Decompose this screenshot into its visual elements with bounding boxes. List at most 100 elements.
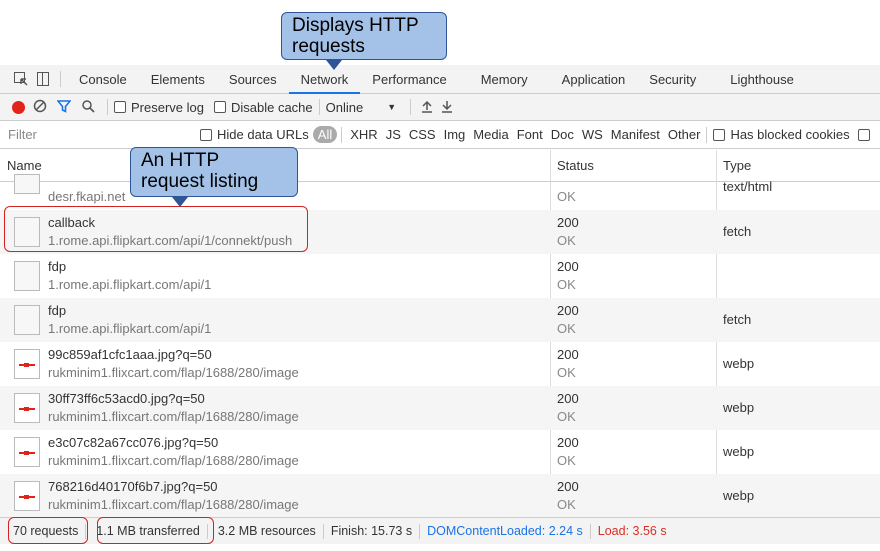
table-row[interactable]: 768216d40170f6b7.jpg?q=50 rukminim1.flix… bbox=[0, 474, 880, 518]
tab-sources[interactable]: Sources bbox=[217, 65, 289, 94]
tab-lighthouse[interactable]: Lighthouse bbox=[708, 65, 806, 94]
dom-content-loaded-time: DOMContentLoaded: 2.24 s bbox=[427, 524, 583, 538]
request-name: fdp bbox=[48, 303, 67, 318]
request-name: 768216d40170f6b7.jpg?q=50 bbox=[48, 479, 218, 494]
device-toolbar-icon[interactable] bbox=[32, 65, 54, 94]
request-domain: 1.rome.api.flipkart.com/api/1 bbox=[48, 277, 212, 292]
preserve-log-checkbox[interactable] bbox=[114, 101, 126, 113]
hide-data-urls-label: Hide data URLs bbox=[217, 127, 309, 142]
image-icon bbox=[14, 481, 40, 511]
request-name: fdp bbox=[48, 259, 67, 274]
inspect-element-icon[interactable] bbox=[10, 65, 32, 94]
preserve-log-label: Preserve log bbox=[131, 99, 204, 115]
network-callout: Displays HTTP requests bbox=[281, 12, 447, 60]
request-status-text: OK bbox=[557, 321, 576, 336]
has-blocked-cookies-label: Has blocked cookies bbox=[730, 127, 850, 142]
requests-count-highlight bbox=[8, 517, 88, 544]
tab-memory[interactable]: Memory bbox=[459, 65, 540, 94]
import-har-icon[interactable] bbox=[421, 99, 433, 116]
image-icon bbox=[14, 349, 40, 379]
request-type: webp bbox=[723, 444, 755, 459]
filter-type-css[interactable]: CSS bbox=[405, 127, 440, 142]
filter-divider bbox=[341, 126, 343, 143]
tab-network[interactable]: Network bbox=[288, 65, 361, 94]
request-status: 200 bbox=[557, 303, 579, 318]
request-status: 200 bbox=[557, 259, 579, 274]
request-status: 200 bbox=[557, 215, 579, 230]
request-status: 200 bbox=[557, 479, 579, 494]
has-blocked-cookies-checkbox[interactable] bbox=[713, 128, 726, 141]
filter-input[interactable]: Filter bbox=[0, 127, 190, 142]
filter-type-all[interactable]: All bbox=[312, 126, 338, 143]
request-status-text: OK bbox=[557, 409, 576, 424]
request-domain: desr.fkapi.net bbox=[48, 189, 126, 204]
request-domain: rukminim1.flixcart.com/flap/1688/280/ima… bbox=[48, 409, 299, 424]
table-row[interactable]: fdp 1.rome.api.flipkart.com/api/1 200 OK bbox=[0, 254, 880, 298]
tab-application[interactable]: Application bbox=[540, 65, 638, 94]
filter-type-doc[interactable]: Doc bbox=[547, 127, 578, 142]
filter-type-font[interactable]: Font bbox=[513, 127, 547, 142]
toolbar-divider bbox=[410, 99, 412, 115]
network-callout-text: Displays HTTP requests bbox=[292, 15, 419, 57]
search-icon[interactable] bbox=[81, 99, 95, 116]
filter-divider bbox=[706, 126, 708, 143]
finish-time: Finish: 15.73 s bbox=[330, 524, 413, 538]
load-time: Load: 3.56 s bbox=[597, 524, 667, 538]
disable-cache-label: Disable cache bbox=[230, 99, 313, 115]
hide-data-urls-checkbox[interactable] bbox=[200, 128, 212, 141]
request-listing-highlight bbox=[4, 206, 308, 252]
request-domain: rukminim1.flixcart.com/flap/1688/280/ima… bbox=[48, 497, 299, 512]
request-type: fetch bbox=[723, 312, 752, 327]
clear-icon[interactable] bbox=[33, 99, 47, 116]
tabbar-divider bbox=[60, 71, 61, 87]
filter-type-img[interactable]: Img bbox=[440, 127, 470, 142]
request-type: text/html bbox=[723, 179, 773, 194]
request-status-text: OK bbox=[557, 365, 576, 380]
filter-type-ws[interactable]: WS bbox=[578, 127, 607, 142]
request-type: fetch bbox=[723, 224, 752, 239]
disable-cache-checkbox[interactable] bbox=[213, 101, 226, 113]
request-type: webp bbox=[723, 356, 755, 371]
request-status-text: OK bbox=[557, 497, 576, 512]
transferred-highlight bbox=[97, 517, 214, 544]
filter-type-media[interactable]: Media bbox=[469, 127, 512, 142]
filter-type-js[interactable]: JS bbox=[382, 127, 405, 142]
devtools-tabbar: Console Elements Sources Network Perform… bbox=[0, 65, 880, 94]
image-icon bbox=[14, 393, 40, 423]
network-toolbar: Preserve log Disable cache Online ▼ bbox=[0, 94, 880, 121]
table-row[interactable]: fdp 1.rome.api.flipkart.com/api/1 200 OK… bbox=[0, 298, 880, 342]
chevron-down-icon[interactable]: ▼ bbox=[387, 102, 396, 112]
table-row[interactable]: e3c07c82a67cc076.jpg?q=50 rukminim1.flix… bbox=[0, 430, 880, 474]
listing-callout-text: An HTTP request listing bbox=[141, 150, 259, 192]
file-icon bbox=[14, 305, 40, 335]
column-status[interactable]: Status bbox=[550, 150, 716, 182]
tab-security[interactable]: Security bbox=[637, 65, 708, 94]
table-row[interactable]: 30ff73ff6c53acd0.jpg?q=50 rukminim1.flix… bbox=[0, 386, 880, 430]
network-callout-tail bbox=[326, 60, 342, 70]
table-row[interactable]: 99c859af1cfc1aaa.jpg?q=50 rukminim1.flix… bbox=[0, 342, 880, 386]
request-domain: 1.rome.api.flipkart.com/api/1 bbox=[48, 321, 212, 336]
tab-performance[interactable]: Performance bbox=[360, 65, 458, 94]
file-icon bbox=[14, 174, 40, 194]
request-status: 200 bbox=[557, 435, 579, 450]
file-icon bbox=[14, 261, 40, 291]
tab-console[interactable]: Console bbox=[67, 65, 139, 94]
request-name: e3c07c82a67cc076.jpg?q=50 bbox=[48, 435, 219, 450]
column-type[interactable]: Type bbox=[716, 150, 880, 182]
listing-callout-tail bbox=[172, 197, 188, 207]
tab-elements[interactable]: Elements bbox=[139, 65, 217, 94]
export-har-icon[interactable] bbox=[441, 99, 453, 116]
request-status-text: OK bbox=[557, 453, 576, 468]
filter-type-xhr[interactable]: XHR bbox=[346, 127, 381, 142]
request-domain: rukminim1.flixcart.com/flap/1688/280/ima… bbox=[48, 453, 299, 468]
request-type: webp bbox=[723, 488, 755, 503]
filter-type-other[interactable]: Other bbox=[664, 127, 705, 142]
record-icon[interactable] bbox=[12, 100, 25, 114]
blocked-requests-checkbox[interactable] bbox=[857, 128, 870, 141]
request-domain: rukminim1.flixcart.com/flap/1688/280/ima… bbox=[48, 365, 299, 380]
request-status-text: OK bbox=[557, 277, 576, 292]
throttle-select[interactable]: Online bbox=[326, 100, 364, 115]
filter-type-manifest[interactable]: Manifest bbox=[607, 127, 664, 142]
filter-icon[interactable] bbox=[56, 99, 72, 116]
request-status: 200 bbox=[557, 391, 579, 406]
